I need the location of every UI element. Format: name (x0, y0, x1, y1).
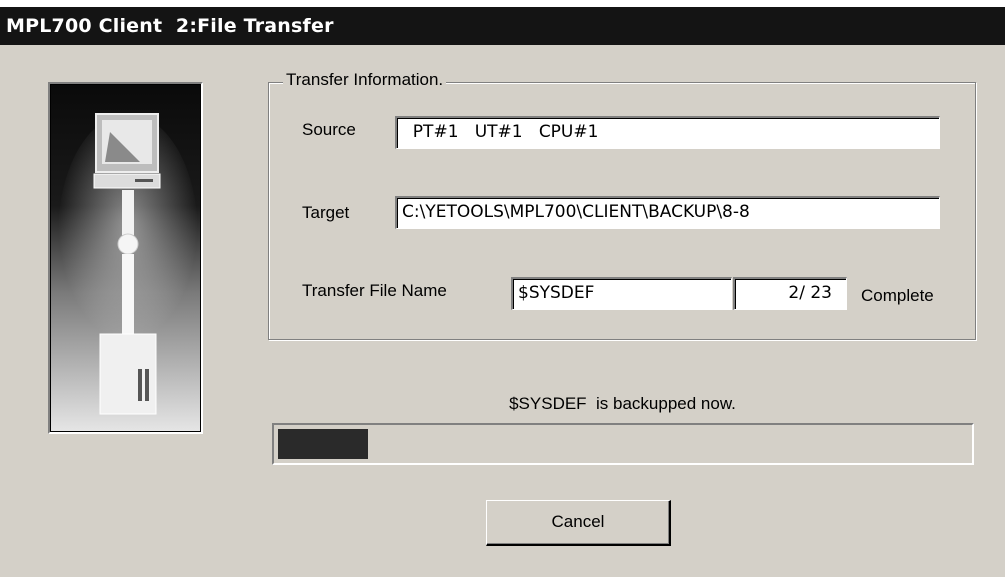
target-field[interactable]: C:\YETOOLS\MPL700\CLIENT\BACKUP\8-8 (395, 196, 940, 229)
progress-bar (272, 423, 974, 465)
window-title-bar[interactable]: MPL700 Client 2:File Transfer (0, 7, 1005, 45)
complete-label: Complete (861, 286, 934, 305)
status-message: $SYSDEF is backupped now. (509, 394, 736, 413)
transfer-count-field: 2/ 23 (733, 277, 847, 310)
transfer-illustration (48, 82, 203, 434)
cancel-button[interactable]: Cancel (486, 500, 671, 546)
progress-bar-fill (278, 429, 368, 459)
window-title: MPL700 Client 2:File Transfer (6, 15, 334, 37)
window-top-edge (0, 0, 1005, 7)
source-label: Source (302, 120, 356, 139)
transfer-file-name-field[interactable]: $SYSDEF (511, 277, 732, 310)
transfer-file-name-label: Transfer File Name (302, 281, 447, 300)
source-field[interactable]: PT#1 UT#1 CPU#1 (395, 116, 940, 149)
target-label: Target (302, 203, 350, 222)
group-legend: Transfer Information. (283, 70, 447, 90)
